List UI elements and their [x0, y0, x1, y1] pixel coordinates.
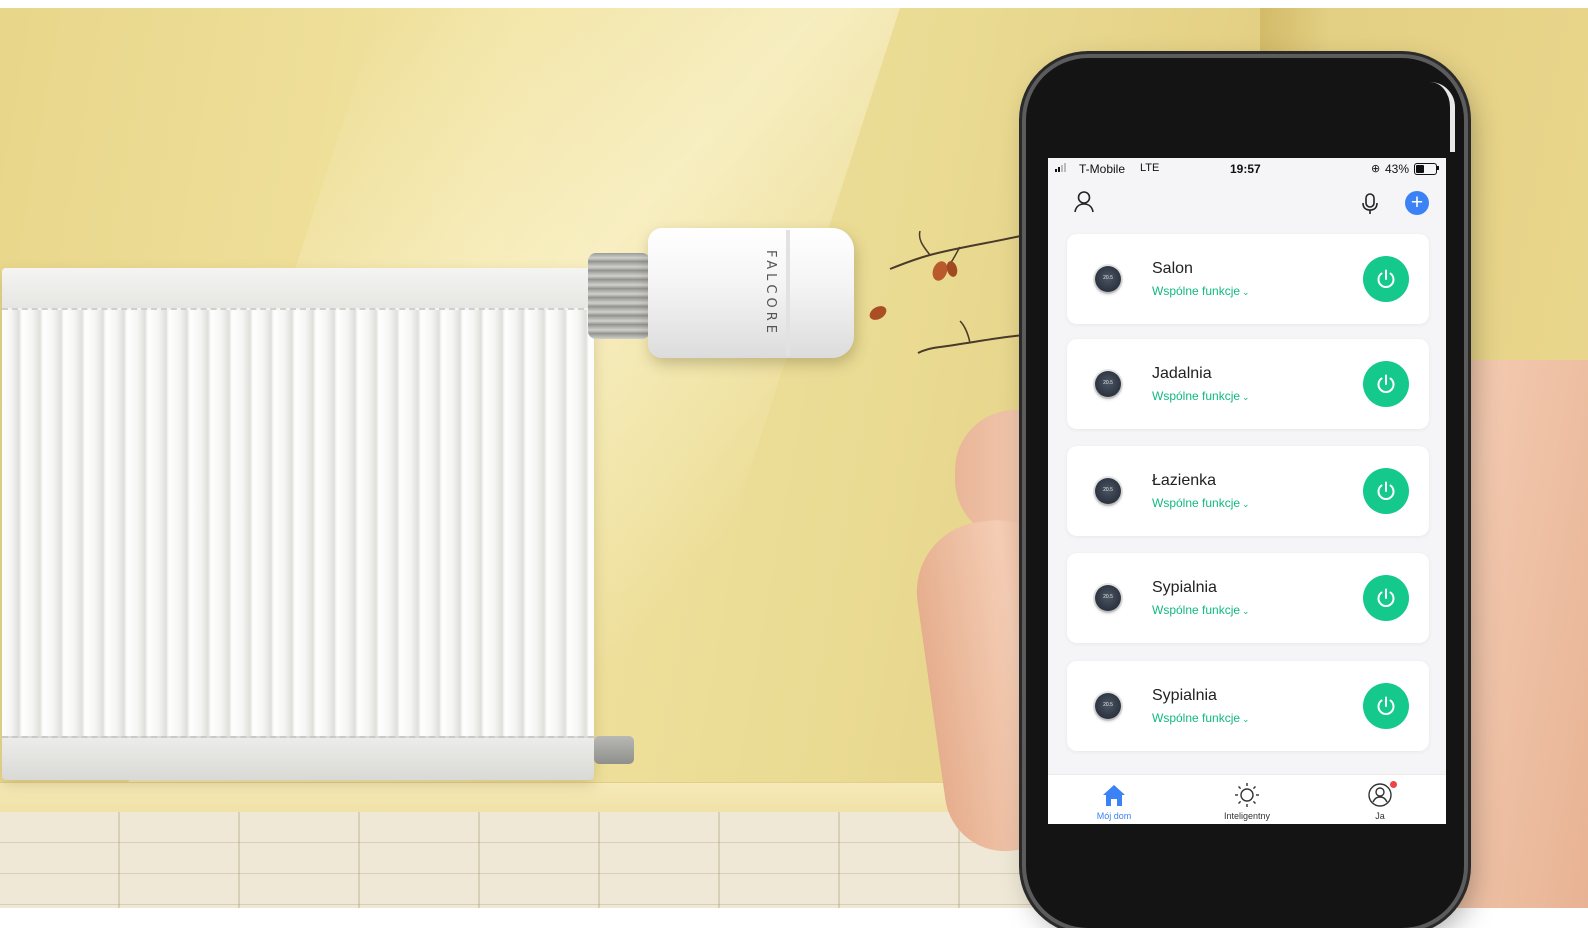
thumbnail-temperature: 20.5: [1103, 487, 1113, 493]
plus-circle-icon[interactable]: +: [1405, 191, 1429, 215]
nav-label: Ja: [1375, 811, 1385, 821]
common-functions-link[interactable]: Wspólne funkcje ⌄: [1152, 389, 1250, 403]
common-functions-link[interactable]: Wspólne funkcje ⌄: [1152, 284, 1250, 298]
user-outline-icon[interactable]: [1073, 190, 1095, 214]
app-header: +: [1048, 184, 1446, 224]
power-icon: [1377, 696, 1395, 715]
device-card[interactable]: 20.5 Sypialnia Wspólne funkcje ⌄: [1067, 661, 1429, 751]
device-name: Salon: [1152, 260, 1193, 277]
chevron-down-icon: ⌄: [1242, 392, 1250, 402]
nav-my-home[interactable]: Mój dom: [1054, 775, 1174, 824]
device-name: Sypialnia: [1152, 579, 1217, 596]
common-functions-label: Wspólne funkcje: [1152, 711, 1241, 725]
battery-cap: [1437, 166, 1439, 170]
rotation-lock-icon: ⊕: [1371, 163, 1381, 175]
common-functions-label: Wspólne funkcje: [1152, 284, 1241, 298]
thermostat-collar: [588, 253, 650, 339]
thermostat-brand-label: FALCORE: [763, 250, 778, 337]
status-bar: T-Mobile LTE 19:57 ⊕ 43%: [1048, 158, 1446, 180]
network-type: LTE: [1140, 162, 1160, 174]
app-screen: T-Mobile LTE 19:57 ⊕ 43% + 20.5 Salon Wspó…: [1048, 158, 1446, 824]
thermostat-thumbnail-icon: 20.5: [1095, 266, 1121, 292]
battery-fill: [1416, 165, 1424, 173]
thermostat-head: [648, 228, 854, 358]
chevron-down-icon: ⌄: [1242, 606, 1250, 616]
radiator-bottom-grille: [2, 736, 594, 780]
home-icon: [1103, 785, 1125, 806]
thumbnail-temperature: 20.5: [1103, 702, 1113, 708]
device-name: Łazienka: [1152, 472, 1217, 489]
nav-me[interactable]: Ja: [1320, 775, 1440, 824]
clock: 19:57: [1230, 162, 1261, 176]
nav-label: Mój dom: [1096, 811, 1132, 821]
device-card[interactable]: 20.5 Salon Wspólne funkcje ⌄: [1067, 234, 1429, 324]
device-card[interactable]: 20.5 Sypialnia Wspólne funkcje ⌄: [1067, 553, 1429, 643]
chevron-down-icon: ⌄: [1242, 287, 1250, 297]
device-name: Jadalnia: [1152, 365, 1212, 382]
chevron-down-icon: ⌄: [1242, 714, 1250, 724]
carrier-name: T-Mobile: [1079, 162, 1126, 176]
power-button[interactable]: [1363, 361, 1409, 407]
sun-icon: [1235, 783, 1259, 807]
bottom-navigation: Mój dom Inteligentny Ja: [1048, 774, 1446, 824]
common-functions-link[interactable]: Wspólne funkcje ⌄: [1152, 711, 1250, 725]
common-functions-label: Wspólne funkcje: [1152, 496, 1241, 510]
device-name: Sypialnia: [1152, 687, 1217, 704]
common-functions-link[interactable]: Wspólne funkcje ⌄: [1152, 496, 1250, 510]
power-icon: [1377, 588, 1395, 607]
thumbnail-temperature: 20.5: [1103, 380, 1113, 386]
radiator: [2, 268, 594, 778]
power-button[interactable]: [1363, 575, 1409, 621]
power-icon: [1377, 374, 1395, 393]
battery-icon: [1414, 163, 1437, 175]
power-icon: [1377, 269, 1395, 288]
device-card[interactable]: 20.5 Łazienka Wspólne funkcje ⌄: [1067, 446, 1429, 536]
common-functions-link[interactable]: Wspólne funkcje ⌄: [1152, 603, 1250, 617]
signal-strength-icon: [1055, 163, 1066, 172]
nav-label: Inteligentny: [1223, 811, 1271, 821]
microphone-icon[interactable]: [1360, 192, 1380, 216]
thumbnail-temperature: 20.5: [1103, 594, 1113, 600]
power-button[interactable]: [1363, 256, 1409, 302]
common-functions-label: Wspólne funkcje: [1152, 389, 1241, 403]
battery-percent: 43%: [1385, 162, 1410, 176]
branch-decoration: [869, 230, 1026, 354]
radiator-top-grille: [2, 268, 594, 310]
device-card[interactable]: 20.5 Jadalnia Wspólne funkcje ⌄: [1067, 339, 1429, 429]
thermostat-ring: [786, 230, 790, 356]
thermostat-thumbnail-icon: 20.5: [1095, 478, 1121, 504]
power-button[interactable]: [1363, 683, 1409, 729]
thermostat-thumbnail-icon: 20.5: [1095, 693, 1121, 719]
power-button[interactable]: [1363, 468, 1409, 514]
nav-smart[interactable]: Inteligentny: [1187, 775, 1307, 824]
chevron-down-icon: ⌄: [1242, 499, 1250, 509]
thermostat-thumbnail-icon: 20.5: [1095, 585, 1121, 611]
power-icon: [1377, 481, 1395, 500]
thumbnail-temperature: 20.5: [1103, 275, 1113, 281]
common-functions-label: Wspólne funkcje: [1152, 603, 1241, 617]
notification-dot: [1390, 781, 1397, 788]
radiator-bottom-valve: [594, 736, 634, 764]
thermostat-thumbnail-icon: 20.5: [1095, 371, 1121, 397]
